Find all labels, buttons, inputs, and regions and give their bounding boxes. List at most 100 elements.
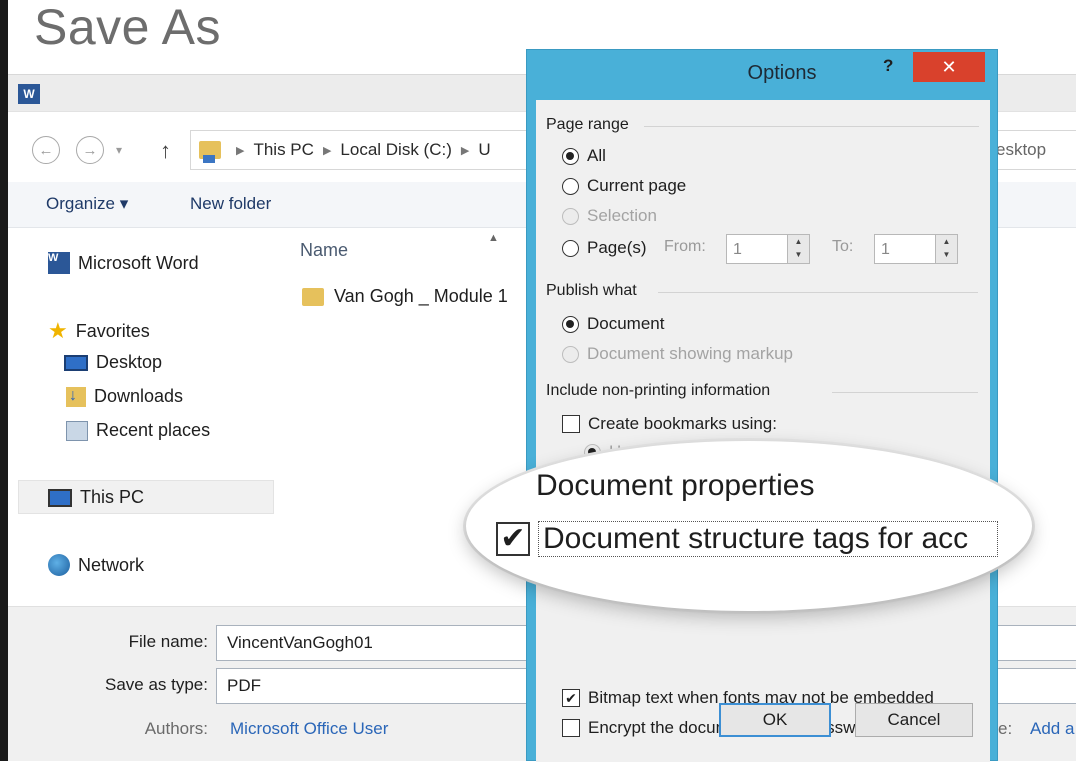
checkbox-empty-icon: [562, 719, 580, 737]
non-printing-group-label: Include non-printing information: [546, 382, 771, 399]
document-properties-label: Document properties: [536, 469, 815, 502]
ok-button[interactable]: OK: [719, 703, 831, 737]
back-arrow-icon: ←: [38, 141, 54, 159]
to-label: To:: [832, 238, 854, 255]
forward-arrow-icon: →: [82, 141, 98, 159]
save-as-type-label: Save as type:: [104, 675, 208, 694]
from-value: 1: [733, 241, 742, 258]
help-icon[interactable]: ?: [883, 56, 893, 76]
breadcrumb-separator-icon: ▶: [460, 144, 470, 157]
page-range-group-label: Page range: [546, 116, 629, 133]
up-folder-icon[interactable]: ↑: [160, 138, 171, 164]
sidebar-item-label: This PC: [80, 487, 145, 507]
radio-current-page-label: Current page: [587, 176, 687, 195]
radio-selected-icon: [562, 315, 579, 333]
sidebar-item-label: Downloads: [94, 386, 184, 406]
folder-icon: [199, 141, 221, 163]
new-folder-button[interactable]: New folder: [190, 194, 271, 214]
page-title: Save As: [34, 0, 221, 55]
radio-selection-label: Selection: [587, 206, 657, 225]
word-app-icon: W: [18, 84, 40, 104]
authors-value[interactable]: Microsoft Office User: [230, 719, 388, 739]
radio-pages[interactable]: Page(s): [562, 238, 647, 258]
radio-document-label: Document: [587, 314, 665, 333]
options-body: Page range All Current page Selection Pa…: [536, 100, 990, 762]
group-divider: [658, 292, 978, 293]
radio-all-label: All: [587, 146, 606, 165]
spin-arrows-icon[interactable]: ▲ ▼: [935, 235, 957, 263]
breadcrumb-this-pc[interactable]: This PC: [253, 140, 313, 160]
from-label: From:: [664, 238, 706, 255]
breadcrumb-separator-icon: ▶: [322, 144, 332, 157]
tags-value[interactable]: Add a: [1030, 719, 1074, 739]
close-button[interactable]: ✕: [913, 52, 985, 82]
sidebar-item-downloads[interactable]: Downloads: [66, 386, 183, 407]
desktop-icon: [64, 354, 88, 371]
group-divider: [832, 392, 978, 393]
computer-icon: [48, 488, 72, 507]
sidebar-item-this-pc[interactable]: This PC: [48, 487, 144, 508]
column-header-name[interactable]: Name: [300, 240, 348, 261]
sidebar-item-microsoft-word[interactable]: W Microsoft Word: [48, 252, 199, 274]
to-stepper[interactable]: 1 ▲ ▼: [874, 234, 958, 264]
radio-document-markup-label: Document showing markup: [587, 344, 793, 363]
close-icon: ✕: [941, 56, 957, 77]
checkbox-empty-icon: [562, 415, 580, 433]
checkmark-icon: ✔: [562, 689, 580, 707]
radio-selected-icon: [562, 147, 579, 165]
options-dialog: Options ? ✕ Page range All Current page …: [526, 49, 998, 762]
radio-all[interactable]: All: [562, 146, 606, 166]
recent-places-icon: [66, 420, 88, 441]
publish-what-group-label: Publish what: [546, 282, 637, 299]
sidebar-item-desktop[interactable]: Desktop: [64, 352, 162, 373]
radio-disabled-icon: [562, 345, 579, 363]
sidebar-item-label: Desktop: [96, 352, 163, 372]
breadcrumb-users[interactable]: U: [478, 140, 490, 160]
to-value: 1: [881, 241, 890, 258]
sidebar-item-network[interactable]: Network: [48, 554, 144, 576]
window-left-edge: [0, 0, 8, 761]
radio-empty-icon: [562, 239, 579, 257]
from-stepper[interactable]: 1 ▲ ▼: [726, 234, 810, 264]
breadcrumb-local-disk[interactable]: Local Disk (C:): [340, 140, 451, 160]
create-bookmarks-checkbox[interactable]: Create bookmarks using:: [562, 414, 777, 434]
radio-document[interactable]: Document: [562, 314, 664, 334]
breadcrumb-separator-icon: ▶: [236, 144, 245, 157]
file-name-label: File name:: [128, 632, 208, 651]
network-icon: [48, 554, 70, 576]
sidebar-item-label: Recent places: [96, 420, 211, 440]
radio-document-markup: Document showing markup: [562, 344, 793, 364]
spin-arrows-icon[interactable]: ▲ ▼: [787, 235, 809, 263]
checkmark-icon: ✔: [496, 522, 530, 556]
document-structure-tags-label: Document structure tags for acc: [538, 521, 998, 557]
forward-button[interactable]: →: [76, 136, 104, 164]
tags-label: e:: [998, 719, 1013, 738]
sidebar-item-label: Microsoft Word: [78, 252, 199, 273]
word-icon: W: [48, 252, 70, 274]
sidebar-item-label: Favorites: [75, 320, 150, 341]
radio-current-page[interactable]: Current page: [562, 176, 686, 196]
sidebar-item-recent-places[interactable]: Recent places: [66, 420, 210, 441]
back-button[interactable]: ←: [32, 136, 60, 164]
list-item[interactable]: Van Gogh _ Module 1: [302, 286, 508, 307]
file-name: Van Gogh _ Module 1: [334, 286, 508, 306]
cancel-button[interactable]: Cancel: [855, 703, 973, 737]
navigation-pane: W Microsoft Word ★ Favorites Desktop Dow…: [8, 228, 274, 606]
radio-disabled-icon: [562, 207, 579, 225]
sidebar-item-favorites[interactable]: ★ Favorites: [48, 318, 150, 344]
radio-empty-icon: [562, 177, 579, 195]
document-structure-tags-checkbox[interactable]: ✔ Document structure tags for acc: [496, 521, 1032, 557]
group-divider: [644, 126, 979, 127]
recent-locations-dropdown-icon[interactable]: ▾: [116, 143, 122, 157]
radio-pages-label: Page(s): [587, 238, 647, 257]
sidebar-item-label: Network: [78, 554, 145, 575]
downloads-icon: [66, 386, 86, 407]
radio-selection: Selection: [562, 206, 657, 226]
organize-button[interactable]: Organize ▾: [46, 194, 128, 214]
folder-icon: [302, 287, 324, 306]
sort-ascending-icon: ▲: [488, 232, 499, 244]
magnifier-callout: Document properties ✔ Document structure…: [466, 441, 1032, 611]
create-bookmarks-label: Create bookmarks using:: [588, 414, 777, 433]
authors-label: Authors:: [144, 719, 208, 738]
star-icon: ★: [48, 318, 68, 343]
